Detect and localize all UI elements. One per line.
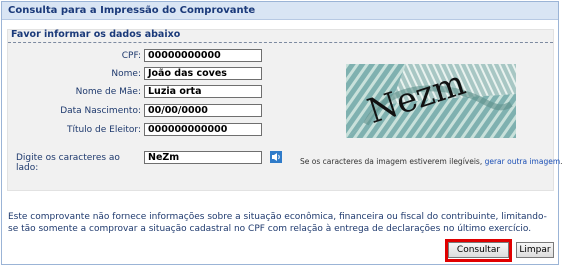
captcha-input[interactable]: NeZm [144, 151, 262, 164]
section-header: Favor informar os dados abaixo [11, 29, 181, 40]
title-bar: Consulta para a Impressão do Comprovante [2, 2, 558, 20]
captcha-label: Digite os caracteres ao lado: [16, 153, 120, 173]
cpf-input[interactable]: 00000000000 [144, 49, 262, 62]
info-text: Este comprovante não fornece informações… [8, 212, 547, 234]
titulo-eleitor-label: Título de Eleitor: [66, 125, 141, 135]
titulo-eleitor-input[interactable]: 000000000000 [144, 123, 262, 136]
panel-title: Consulta para a Impressão do Comprovante [8, 5, 256, 16]
section-divider [8, 42, 553, 43]
data-nascimento-label: Data Nascimento: [60, 106, 141, 116]
nome-label: Nome: [111, 69, 141, 79]
captcha-note-text: Se os caracteres da imagem estiverem ile… [300, 157, 485, 166]
limpar-button[interactable]: Limpar [516, 242, 554, 258]
captcha-note: Se os caracteres da imagem estiverem ile… [300, 157, 562, 166]
nome-mae-input[interactable]: Luzia orta [144, 85, 262, 98]
audio-captcha-icon[interactable] [270, 151, 282, 163]
data-nascimento-input[interactable]: 00/00/0000 [144, 104, 262, 117]
consultar-button[interactable]: Consultar [448, 242, 509, 258]
nome-input[interactable]: João das coves [144, 67, 262, 80]
cpf-label: CPF: [121, 51, 141, 61]
consulta-panel: Consulta para a Impressão do Comprovante… [1, 1, 562, 265]
captcha-image: Nezm [346, 64, 516, 138]
regenerate-captcha-link[interactable]: gerar outra imagem [485, 157, 561, 166]
nome-mae-label: Nome de Mãe: [75, 87, 141, 97]
